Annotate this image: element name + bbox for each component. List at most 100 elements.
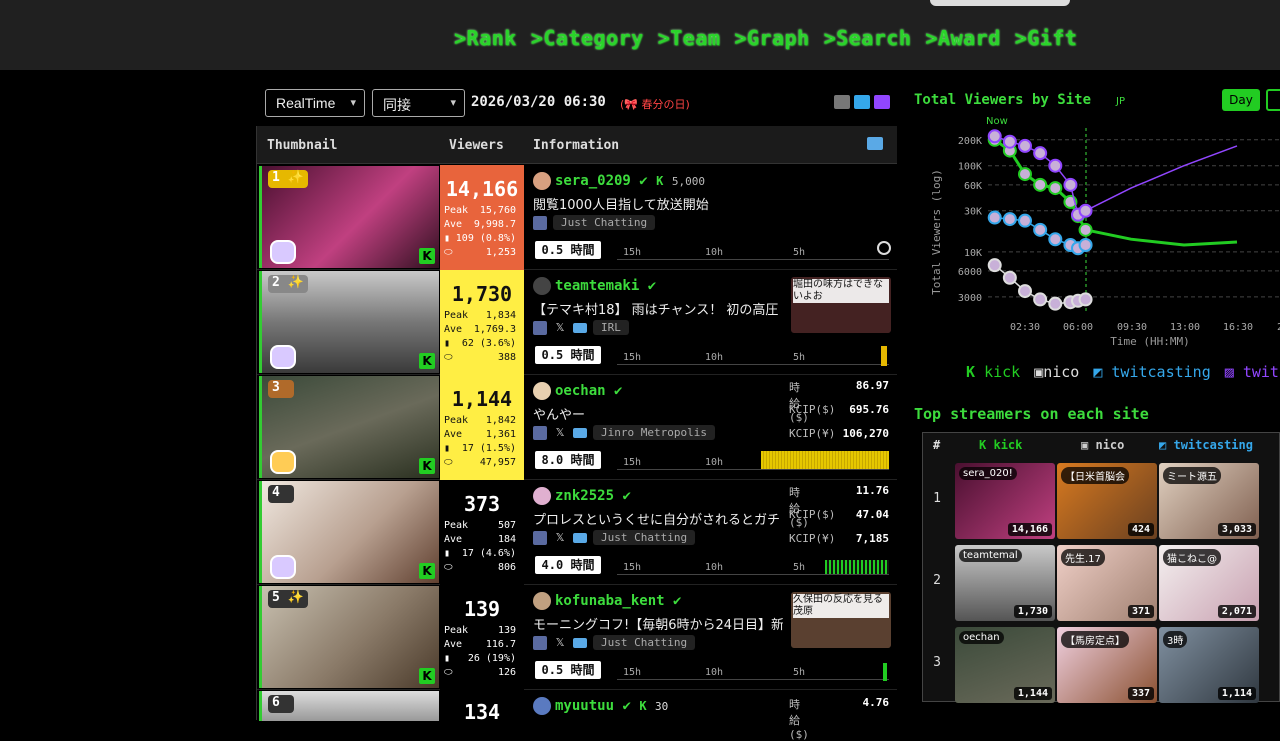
mode-select[interactable]: RealTime ▾ (265, 89, 365, 117)
top-header-nico[interactable]: ▣ nico (1081, 433, 1124, 457)
top-cell-kick-3[interactable]: oechan 1,144 (955, 627, 1055, 703)
table-row[interactable]: 6 134 myuutuu ✔ K 30 時給($) 4.76 (257, 690, 897, 741)
avatar-point-twitcasting[interactable] (1002, 212, 1017, 227)
avatar[interactable] (533, 277, 551, 295)
table-row[interactable]: 3 K 1,144 Peak 1,842 Ave 1,361 ▮ 17 (1.5%) … (257, 375, 897, 480)
stream-thumbnail[interactable]: 3 K (259, 376, 439, 478)
stream-thumbnail[interactable]: 2 ✨ K (259, 271, 439, 373)
site-logo[interactable] (930, 0, 1070, 6)
avatar-point-twitcasting[interactable] (1048, 232, 1063, 247)
avatar-point-twitch[interactable] (1033, 146, 1048, 161)
avatar-point-nico[interactable] (1078, 292, 1093, 307)
top-cell-twitcasting-1[interactable]: ミート源五 3,033 (1159, 463, 1259, 539)
nav-graph[interactable]: >Graph (734, 26, 809, 50)
legend-kick[interactable]: K kick (966, 363, 1020, 381)
avatar-point-twitcasting[interactable] (1078, 238, 1093, 253)
stream-title[interactable]: 【テマキ村18】 雨はチャンス！ 初の高圧 (533, 299, 785, 318)
nav-category[interactable]: >Category (531, 26, 644, 50)
preview-image[interactable]: 堀田の味方はできないよお (791, 277, 891, 333)
metric-select[interactable]: 同接 ▾ (372, 89, 465, 117)
tv-icon[interactable] (573, 427, 587, 438)
table-row[interactable]: 1 ✨ K 14,166 Peak 15,760 Ave 9,998.7 ▮ 109 … (257, 165, 897, 270)
stream-thumbnail[interactable]: 1 ✨ K (259, 166, 439, 268)
avatar-point-twitch[interactable] (1018, 138, 1032, 153)
x-icon[interactable]: 𝕏 (553, 321, 567, 335)
stream-title[interactable]: モーニングコフ!【毎朝6時から24日目】新 (533, 614, 783, 633)
avatar-point-kick[interactable] (1033, 177, 1048, 192)
x-icon[interactable]: 𝕏 (553, 426, 567, 440)
avatar-point-nico[interactable] (987, 258, 1002, 273)
legend-twitcasting[interactable]: ◩ twitcasting (1093, 363, 1210, 381)
avatar[interactable] (533, 592, 551, 610)
stream-thumbnail[interactable]: 4 K (259, 481, 439, 583)
avatar-point-twitch[interactable] (1048, 158, 1063, 173)
table-row[interactable]: 2 ✨ K 1,730 Peak 1,834 Ave 1,769.3 ▮ 62 (3.… (257, 270, 897, 375)
stream-thumbnail[interactable]: 5 ✨ K (259, 586, 439, 688)
streamer-name[interactable]: teamtemaki ✔ (555, 278, 656, 294)
stream-title[interactable]: プロレスというくせに自分がされるとガチ (533, 509, 783, 528)
avatar-point-nico[interactable] (1048, 296, 1063, 311)
avatar[interactable] (533, 172, 551, 190)
avatar-point-nico[interactable] (1033, 292, 1048, 307)
top-cell-kick-1[interactable]: sera_020! 14,166 (955, 463, 1055, 539)
tv-icon[interactable] (573, 637, 587, 648)
avatar-point-twitcasting[interactable] (1033, 222, 1048, 237)
nico-filter-icon[interactable] (834, 95, 850, 109)
x-icon[interactable]: 𝕏 (553, 531, 567, 545)
avatar-point-twitch[interactable] (1063, 177, 1078, 192)
top-cell-twitcasting-2[interactable]: 猫こねこ@ 2,071 (1159, 545, 1259, 621)
twitcasting-filter-icon[interactable] (854, 95, 870, 109)
avatar-point-twitcasting[interactable] (987, 210, 1002, 225)
avatar-point-twitch[interactable] (987, 129, 1002, 144)
stream-title[interactable]: 閲覧1000人目指して放送開始 (533, 194, 893, 213)
nav-award[interactable]: >Award (925, 26, 1000, 50)
x-icon[interactable]: 𝕏 (553, 636, 567, 650)
streamer-name[interactable]: kofunaba_kent ✔ (555, 593, 681, 609)
avatar[interactable] (533, 697, 551, 715)
avatar-point-kick[interactable] (1078, 222, 1093, 237)
category-tag[interactable]: IRL (593, 320, 629, 335)
streamer-name[interactable]: znk2525 ✔ (555, 488, 631, 504)
streamer-name[interactable]: sera_0209 ✔ K 5,000 (555, 173, 705, 189)
day-range-button[interactable]: Day (1222, 89, 1260, 111)
streamer-name[interactable]: oechan ✔ (555, 383, 622, 399)
top-cell-twitcasting-3[interactable]: 3時 1,114 (1159, 627, 1259, 703)
avatar-point-twitch[interactable] (1002, 134, 1017, 149)
legend-twitch[interactable]: ▨ twit (1225, 363, 1279, 381)
top-header-twitcasting[interactable]: ◩ twitcasting (1159, 433, 1253, 457)
tv-icon[interactable] (573, 322, 587, 333)
top-cell-nico-3[interactable]: 【馬房定点】 337 (1057, 627, 1157, 703)
tv-icon[interactable] (867, 137, 883, 150)
tv-icon[interactable] (573, 532, 587, 543)
avatar-point-kick[interactable] (1018, 167, 1032, 182)
top-cell-nico-2[interactable]: 先生.17 371 (1057, 545, 1157, 621)
next-range-button[interactable] (1266, 89, 1280, 111)
avatar[interactable] (533, 487, 551, 505)
stream-title[interactable]: やんやー (533, 404, 783, 423)
avatar-point-twitcasting[interactable] (1018, 213, 1032, 228)
category-tag[interactable]: Just Chatting (593, 530, 696, 545)
preview-image[interactable]: 久保田の反応を見る茂原 (791, 592, 891, 648)
category-tag[interactable]: Just Chatting (553, 215, 656, 230)
avatar-point-kick[interactable] (1048, 181, 1063, 196)
top-header-kick[interactable]: K kick (979, 433, 1022, 457)
legend-nico[interactable]: ▣nico (1034, 363, 1079, 381)
x-axis-ticks: 02:3006:0009:3013:0016:302 (1010, 322, 1280, 333)
twitch-filter-icon[interactable] (874, 95, 890, 109)
stream-thumbnail[interactable]: 6 (259, 691, 439, 721)
avatar-point-nico[interactable] (1002, 270, 1017, 285)
top-cell-nico-1[interactable]: 【日米首脳会 424 (1057, 463, 1157, 539)
nav-gift[interactable]: >Gift (1015, 26, 1078, 50)
table-row[interactable]: 5 ✨ K 139 Peak 139 Ave 116.7 ▮ 26 (19%) ⬭ 12… (257, 585, 897, 690)
category-tag[interactable]: Jinro Metropolis (593, 425, 715, 440)
nav-search[interactable]: >Search (824, 26, 912, 50)
top-cell-kick-2[interactable]: teamtemal 1,730 (955, 545, 1055, 621)
table-row[interactable]: 4 K 373 Peak 507 Ave 184 ▮ 17 (4.6%) ⬭ 806 z… (257, 480, 897, 585)
nav-rank[interactable]: >Rank (454, 26, 517, 50)
streamer-name[interactable]: myuutuu ✔ K 30 (555, 698, 668, 714)
avatar[interactable] (533, 382, 551, 400)
avatar-point-twitch[interactable] (1078, 203, 1093, 218)
nav-team[interactable]: >Team (658, 26, 721, 50)
category-tag[interactable]: Just Chatting (593, 635, 696, 650)
avatar-point-nico[interactable] (1018, 284, 1032, 299)
